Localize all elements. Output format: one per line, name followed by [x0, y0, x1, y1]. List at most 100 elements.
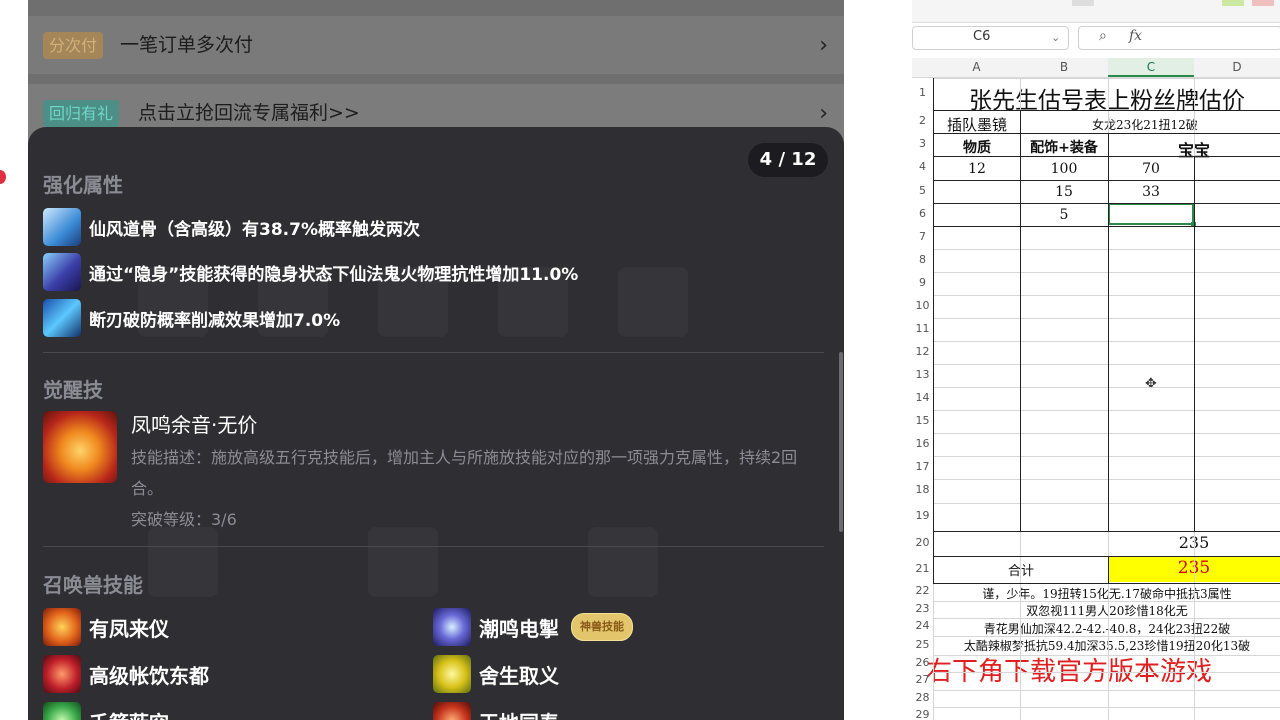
- chevron-right-icon: ›: [819, 101, 828, 126]
- row-header[interactable]: 23: [912, 602, 933, 615]
- arrows-icon: [43, 702, 81, 720]
- pet-detail-popup: 4 / 12 强化属性 仙风道骨（含高级）有38.7%概率触发两次 通过“隐身”…: [28, 127, 844, 720]
- grid-line: [933, 636, 1280, 637]
- row-header[interactable]: 17: [912, 460, 933, 473]
- zoom-icon[interactable]: ⌕: [1099, 28, 1107, 44]
- table-border: [933, 78, 934, 583]
- ribbon: [912, 0, 1280, 23]
- grid-line: [933, 618, 1280, 619]
- cell-c4: 70: [1142, 161, 1160, 177]
- row-header[interactable]: 12: [912, 345, 933, 358]
- promo-overlay-text: 右下角下载官方版本游戏: [926, 657, 1213, 687]
- row-header[interactable]: 8: [912, 253, 933, 266]
- grid-line: [933, 433, 1280, 434]
- chevron-down-icon: ⌄: [1051, 31, 1061, 44]
- chevron-right-icon: ›: [819, 33, 828, 58]
- grid-line: [933, 690, 1280, 691]
- pet-skill[interactable]: 舍生取义: [433, 655, 559, 693]
- column-header-a[interactable]: A: [933, 58, 1020, 77]
- awaken-skill-name: 凤鸣余音·无价: [131, 413, 258, 437]
- row-header[interactable]: 18: [912, 483, 933, 496]
- formula-bar[interactable]: ⌕ fx: [1078, 26, 1280, 50]
- ghost-tile: [618, 267, 688, 337]
- scrollbar[interactable]: [839, 352, 843, 532]
- cell-b4: 100: [1050, 161, 1078, 177]
- table-border: [1194, 156, 1195, 531]
- row-header[interactable]: 2: [912, 114, 933, 127]
- stealth-icon: [43, 253, 81, 291]
- pet-skill-name: 有凤来仪: [89, 616, 169, 641]
- divine-skill-badge: 神兽技能: [571, 613, 633, 641]
- pet-skill[interactable]: 有凤来仪: [43, 608, 169, 646]
- awaken-skill-icon[interactable]: [43, 411, 117, 483]
- blade-icon: [43, 299, 81, 337]
- row-header[interactable]: 3: [912, 137, 933, 150]
- row-header[interactable]: 1: [912, 86, 933, 99]
- ribbon-control[interactable]: [1072, 0, 1094, 6]
- enhance-attr: 仙风道骨（含高级）有38.7%概率触发两次: [43, 208, 420, 246]
- row-header[interactable]: 14: [912, 391, 933, 404]
- pet-skill[interactable]: 高级帐饮东都: [43, 655, 209, 693]
- row-header[interactable]: 6: [912, 207, 933, 220]
- ribbon-control[interactable]: [1222, 0, 1244, 6]
- spreadsheet-window: C6 ⌄ ⌕ fx A B C D 张先生估号表上粉丝牌估价 插队墨镜 女龙23…: [912, 0, 1280, 720]
- column-header-bar: A B C D: [912, 58, 1280, 78]
- installment-tag: 分次付: [43, 32, 104, 59]
- grid-line: [933, 479, 1280, 480]
- pet-skill[interactable]: 潮鸣电掣 神兽技能: [433, 608, 633, 646]
- row-header[interactable]: 21: [912, 562, 933, 575]
- skills-section-title: 召唤兽技能: [43, 573, 143, 597]
- column-header-c[interactable]: C: [1108, 58, 1194, 77]
- installment-row[interactable]: 分次付 一笔订单多次付 ›: [28, 16, 844, 74]
- cell-a21: 合计: [934, 560, 1108, 579]
- enhance-attr: 通过“隐身”技能获得的隐身状态下仙法鬼火物理抗性增加11.0%: [43, 253, 578, 291]
- row-header[interactable]: 20: [912, 536, 933, 549]
- row-header[interactable]: 13: [912, 368, 933, 381]
- table-border: [933, 156, 1280, 157]
- ghost-tile: [588, 527, 658, 597]
- name-box[interactable]: C6 ⌄: [912, 26, 1069, 50]
- grid-line: [933, 341, 1280, 342]
- row-header[interactable]: 26: [912, 656, 933, 669]
- note-row-23: 双忽视111男人20珍惜18化无: [1026, 604, 1188, 618]
- ribbon-control[interactable]: [1252, 0, 1274, 6]
- grid-line: [933, 410, 1280, 411]
- note-row-24: 青花男仙加深42.2-42.-40.8，24化23扭22破: [983, 622, 1231, 636]
- page-counter: 4 / 12: [748, 143, 828, 177]
- row-header[interactable]: 28: [912, 691, 933, 704]
- row-header[interactable]: 19: [912, 509, 933, 522]
- divider: [43, 352, 824, 353]
- awaken-section-title: 觉醒技: [43, 378, 103, 402]
- column-header-d[interactable]: D: [1194, 58, 1280, 77]
- feast-icon: [43, 655, 81, 693]
- pet-skill[interactable]: 千箭蔽空: [43, 702, 169, 720]
- grid-line: [933, 655, 1280, 656]
- function-icon[interactable]: fx: [1129, 28, 1142, 44]
- grid-line: [933, 364, 1280, 365]
- row-header[interactable]: 27: [912, 673, 933, 686]
- pet-skill-name: 千箭蔽空: [89, 707, 169, 720]
- cell-b2: 女龙23化21扭12破: [1092, 118, 1198, 132]
- left-margin: [0, 0, 28, 720]
- return-gift-text: 点击立抢回流专属福利>>: [138, 102, 360, 124]
- table-border: [933, 556, 1280, 557]
- column-header-b[interactable]: B: [1020, 58, 1108, 77]
- row-header[interactable]: 7: [912, 230, 933, 243]
- row-header[interactable]: 25: [912, 638, 933, 651]
- row-header[interactable]: 4: [912, 160, 933, 173]
- row-header[interactable]: 22: [912, 584, 933, 597]
- grid-line: [933, 78, 1280, 79]
- table-border: [933, 226, 1280, 227]
- row-header[interactable]: 11: [912, 322, 933, 335]
- pet-skill[interactable]: 天地同寿: [433, 702, 559, 720]
- row-header[interactable]: 16: [912, 437, 933, 450]
- grid-line: [933, 295, 1280, 296]
- row-header[interactable]: 9: [912, 276, 933, 289]
- grid-line: [933, 672, 1280, 673]
- row-header[interactable]: 29: [912, 708, 933, 720]
- selected-cell-c6[interactable]: [1108, 203, 1194, 225]
- row-header[interactable]: 15: [912, 414, 933, 427]
- row-header[interactable]: 24: [912, 619, 933, 632]
- row-header[interactable]: 10: [912, 299, 933, 312]
- row-header[interactable]: 5: [912, 184, 933, 197]
